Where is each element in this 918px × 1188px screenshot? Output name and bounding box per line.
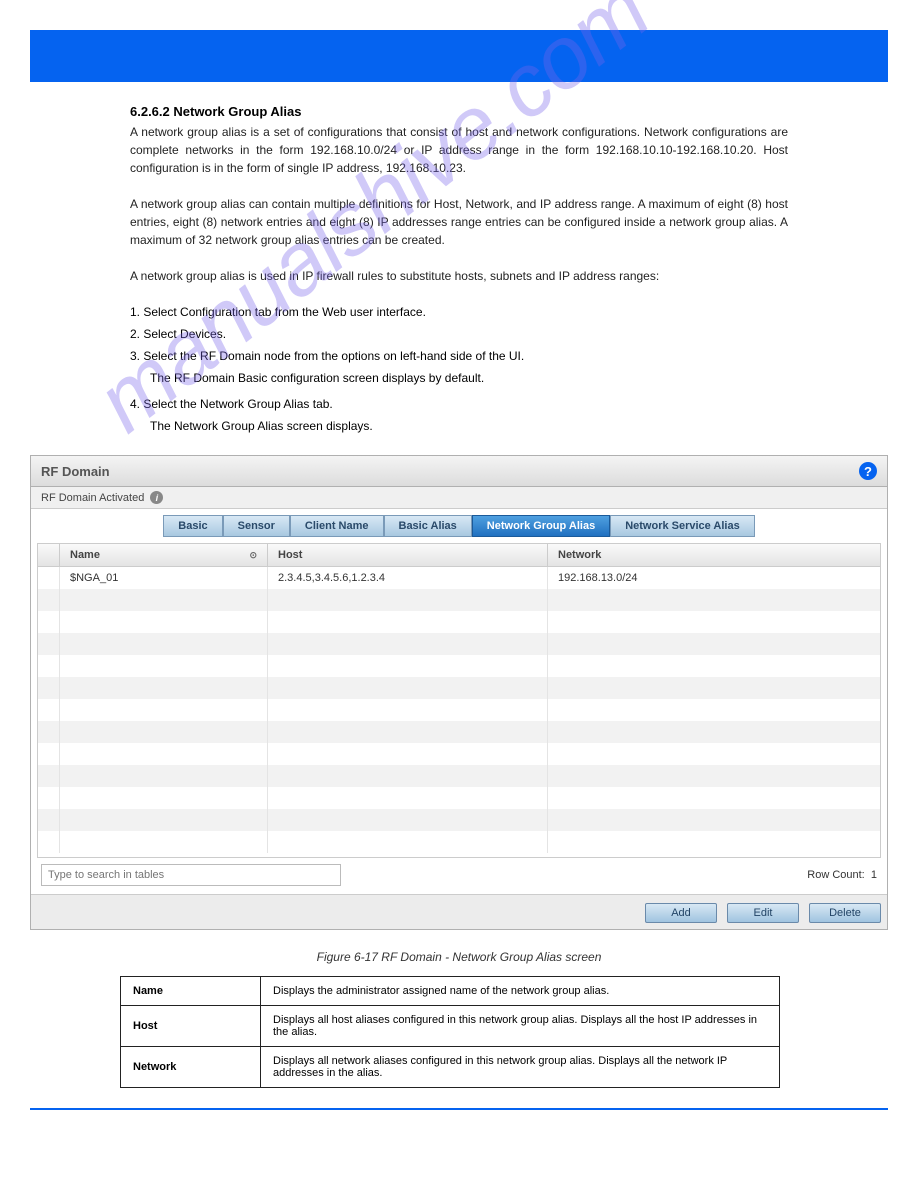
button-row: Add Edit Delete <box>31 894 887 929</box>
table-row-empty <box>38 765 880 787</box>
page-header-bar <box>30 30 888 82</box>
step-2: 2. Select Devices. <box>130 325 788 343</box>
tab-network-group-alias[interactable]: Network Group Alias <box>472 515 610 537</box>
help-icon[interactable]: ? <box>859 462 877 480</box>
row-count: Row Count: 1 <box>807 869 877 881</box>
table-row-empty <box>38 589 880 611</box>
tab-network-service-alias[interactable]: Network Service Alias <box>610 515 755 537</box>
intro-paragraph-1: A network group alias is a set of config… <box>130 123 788 177</box>
step-3-sub: The RF Domain Basic configuration screen… <box>150 369 788 387</box>
add-button[interactable]: Add <box>645 903 717 923</box>
table-row-empty <box>38 655 880 677</box>
table-header: Name ⊙ Host Network <box>38 544 880 567</box>
table-row-empty <box>38 809 880 831</box>
step-1: 1. Select Configuration tab from the Web… <box>130 303 788 321</box>
desc-label-network: Network <box>121 1047 261 1088</box>
desc-label-name: Name <box>121 977 261 1006</box>
step-3: 3. Select the RF Domain node from the op… <box>130 347 788 365</box>
search-input[interactable] <box>41 864 341 886</box>
desc-text-host: Displays all host aliases configured in … <box>261 1006 780 1047</box>
desc-text-network: Displays all network aliases configured … <box>261 1047 780 1088</box>
row-count-label: Row Count: <box>807 869 864 881</box>
panel-body: Basic Sensor Client Name Basic Alias Net… <box>31 509 887 894</box>
sort-icon[interactable]: ⊙ <box>249 550 257 561</box>
panel-subtitle: RF Domain Activated <box>41 492 144 504</box>
panel-footer: Row Count: 1 <box>37 858 881 888</box>
table-row[interactable]: $NGA_01 2.3.4.5,3.4.5.6,1.2.3.4 192.168.… <box>38 567 880 589</box>
table-row-empty <box>38 721 880 743</box>
table-row-empty <box>38 743 880 765</box>
alias-table: Name ⊙ Host Network $NGA_01 2.3.4.5,3.4.… <box>37 543 881 858</box>
tab-row: Basic Sensor Client Name Basic Alias Net… <box>37 515 881 537</box>
step-4: 4. Select the Network Group Alias tab. <box>130 395 788 413</box>
step-list: 1. Select Configuration tab from the Web… <box>130 303 788 435</box>
col-name-header[interactable]: Name ⊙ <box>60 544 268 566</box>
col-name-label: Name <box>70 549 100 561</box>
col-network-header[interactable]: Network <box>548 544 880 566</box>
intro-paragraph-3: A network group alias is used in IP fire… <box>130 267 788 285</box>
description-table: Name Displays the administrator assigned… <box>120 976 780 1088</box>
table-body: $NGA_01 2.3.4.5,3.4.5.6,1.2.3.4 192.168.… <box>38 567 880 857</box>
col-expand-header <box>38 544 60 566</box>
desc-text-name: Displays the administrator assigned name… <box>261 977 780 1006</box>
panel-subtitle-bar: RF Domain Activated i <box>31 487 887 509</box>
table-row-empty <box>38 699 880 721</box>
rf-domain-panel: RF Domain ? RF Domain Activated i Basic … <box>30 455 888 930</box>
desc-row-network: Network Displays all network aliases con… <box>121 1047 780 1088</box>
tab-sensor[interactable]: Sensor <box>223 515 290 537</box>
edit-button[interactable]: Edit <box>727 903 799 923</box>
col-host-header[interactable]: Host <box>268 544 548 566</box>
desc-row-name: Name Displays the administrator assigned… <box>121 977 780 1006</box>
cell-name: $NGA_01 <box>60 567 268 589</box>
cell-network: 192.168.13.0/24 <box>548 567 880 589</box>
table-row-empty <box>38 611 880 633</box>
panel-title: RF Domain <box>41 464 110 479</box>
panel-titlebar: RF Domain ? <box>31 456 887 487</box>
info-icon[interactable]: i <box>150 491 163 504</box>
cell-host: 2.3.4.5,3.4.5.6,1.2.3.4 <box>268 567 548 589</box>
tab-basic-alias[interactable]: Basic Alias <box>384 515 472 537</box>
tab-basic[interactable]: Basic <box>163 515 222 537</box>
delete-button[interactable]: Delete <box>809 903 881 923</box>
desc-label-host: Host <box>121 1006 261 1047</box>
section-heading: 6.2.6.2 Network Group Alias <box>130 104 788 119</box>
table-row-empty <box>38 633 880 655</box>
row-expand[interactable] <box>38 567 60 589</box>
desc-row-host: Host Displays all host aliases configure… <box>121 1006 780 1047</box>
table-row-empty <box>38 787 880 809</box>
table-row-empty <box>38 677 880 699</box>
step-4-sub: The Network Group Alias screen displays. <box>150 417 788 435</box>
row-count-value: 1 <box>871 869 877 881</box>
tab-client-name[interactable]: Client Name <box>290 515 384 537</box>
bottom-rule <box>30 1108 888 1110</box>
intro-paragraph-2: A network group alias can contain multip… <box>130 195 788 249</box>
figure-caption: Figure 6-17 RF Domain - Network Group Al… <box>0 950 918 964</box>
table-row-empty <box>38 831 880 853</box>
